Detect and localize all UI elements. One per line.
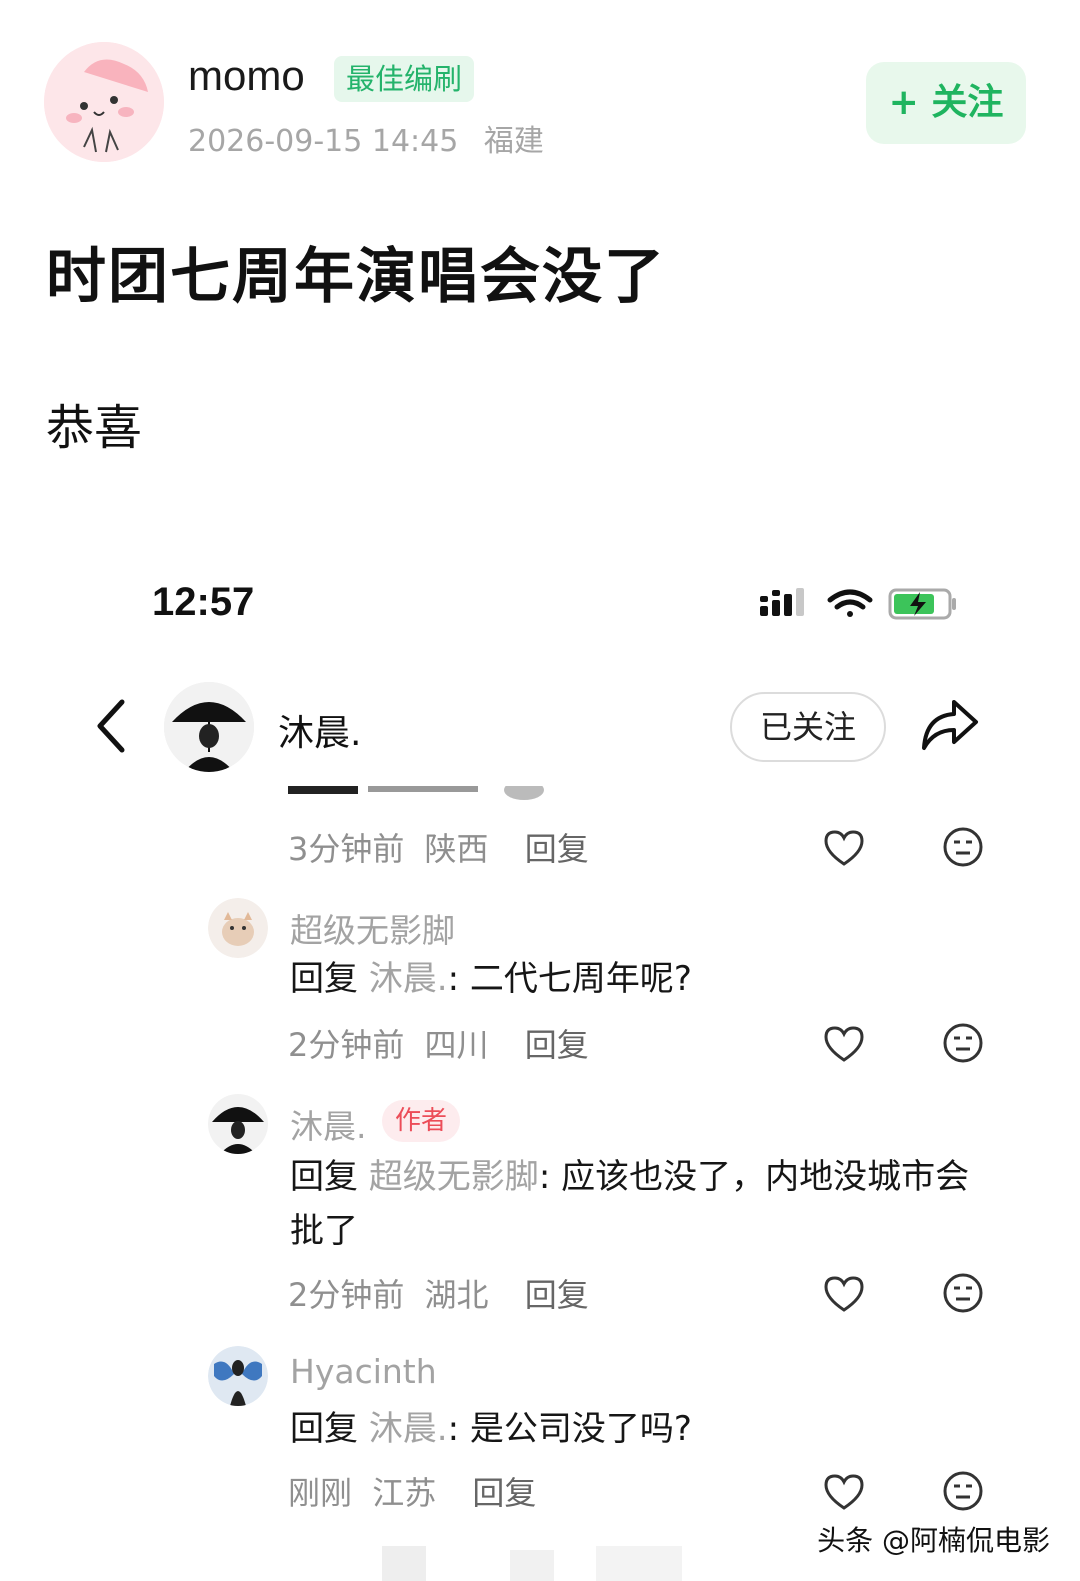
nav-avatar[interactable] — [164, 682, 254, 772]
comment-meta: 刚刚 江苏 回复 — [288, 1468, 536, 1514]
heart-icon[interactable] — [822, 1024, 866, 1064]
nav-name[interactable]: 沐晨. — [278, 704, 361, 756]
battery-icon — [888, 588, 956, 620]
comment-avatar[interactable] — [208, 1094, 268, 1154]
screenshot-navbar: 沐晨. 已关注 — [0, 670, 1080, 790]
heart-icon[interactable] — [822, 828, 866, 868]
cut-off-content — [382, 1546, 682, 1581]
reply-link[interactable]: 回复 — [525, 1026, 589, 1064]
reply-prefix: 回复 — [290, 1157, 358, 1197]
author-tag: 作者 — [382, 1100, 461, 1142]
comment-meta: 3分钟前 陕西 回复 — [288, 824, 589, 870]
comment-time: 2分钟前 — [288, 1276, 405, 1314]
reply-link[interactable]: 回复 — [525, 1276, 589, 1314]
comment-body: : 二代七周年呢? — [447, 959, 692, 999]
comment-avatar[interactable] — [208, 898, 268, 958]
reply-link[interactable]: 回复 — [525, 830, 589, 868]
cut-off-text — [288, 786, 544, 800]
status-icons — [756, 582, 966, 626]
best-badge: 最佳编刷 — [334, 56, 475, 102]
follow-button[interactable]: + 关注 — [866, 62, 1026, 144]
post-meta: 2026-09-15 14:45 福建 — [188, 116, 544, 160]
author-name[interactable]: momo — [188, 52, 305, 100]
face-icon[interactable] — [942, 1272, 984, 1314]
watermark: 头条 @阿楠侃电影 — [817, 1524, 1050, 1557]
face-icon[interactable] — [942, 1470, 984, 1512]
post-header: momo 最佳编刷 2026-09-15 14:45 福建 + 关注 — [44, 42, 1034, 172]
reply-prefix: 回复 — [290, 1409, 358, 1449]
comment-username[interactable]: 沐晨. — [290, 1100, 367, 1148]
face-icon[interactable] — [942, 1022, 984, 1064]
comment-text: 回复 超级无影脚: 应该也没了，内地没城市会批了 — [290, 1150, 990, 1258]
comment-avatar[interactable] — [208, 1346, 268, 1406]
comment-text: 回复 沐晨.: 是公司没了吗? — [290, 1402, 990, 1456]
mention[interactable]: 沐晨. — [369, 1409, 448, 1449]
share-icon[interactable] — [918, 696, 980, 752]
post-location: 福建 — [483, 124, 544, 159]
followed-button[interactable]: 已关注 — [730, 692, 886, 762]
mention[interactable]: 沐晨. — [369, 959, 448, 999]
reply-prefix: 回复 — [290, 959, 358, 999]
comment-time: 2分钟前 — [288, 1026, 405, 1064]
heart-icon[interactable] — [822, 1274, 866, 1314]
comment-time: 刚刚 — [288, 1474, 353, 1512]
comment-meta: 2分钟前 湖北 回复 — [288, 1270, 589, 1316]
comment-location: 四川 — [424, 1026, 489, 1064]
comment-text: 回复 沐晨.: 二代七周年呢? — [290, 952, 990, 1006]
comment-time: 3分钟前 — [288, 830, 405, 868]
wifi-icon — [827, 589, 873, 617]
comment-location: 湖北 — [424, 1276, 489, 1314]
comment-username[interactable]: 超级无影脚 — [290, 904, 455, 952]
comment-username[interactable]: Hyacinth — [290, 1352, 437, 1391]
comment-body: : 是公司没了吗? — [447, 1409, 692, 1449]
comment-location: 陕西 — [424, 830, 489, 868]
mention[interactable]: 超级无影脚 — [369, 1157, 539, 1197]
comment-meta: 2分钟前 四川 回复 — [288, 1020, 589, 1066]
signal-icon — [760, 588, 804, 616]
heart-icon[interactable] — [822, 1472, 866, 1512]
post-title: 时团七周年演唱会没了 — [46, 242, 666, 312]
back-icon[interactable] — [92, 696, 132, 756]
post-body: 恭喜 — [46, 400, 143, 456]
status-time: 12:57 — [152, 580, 255, 624]
reply-link[interactable]: 回复 — [472, 1474, 536, 1512]
comment-location: 江苏 — [372, 1474, 437, 1512]
post-date: 2026-09-15 14:45 — [188, 124, 459, 159]
embedded-screenshot: 12:57 沐晨. 已关注 3分钟前 陕西 回复 超级无影脚 回复 沐晨.: 二… — [0, 560, 1080, 1581]
author-avatar[interactable] — [44, 42, 164, 162]
face-icon[interactable] — [942, 826, 984, 868]
